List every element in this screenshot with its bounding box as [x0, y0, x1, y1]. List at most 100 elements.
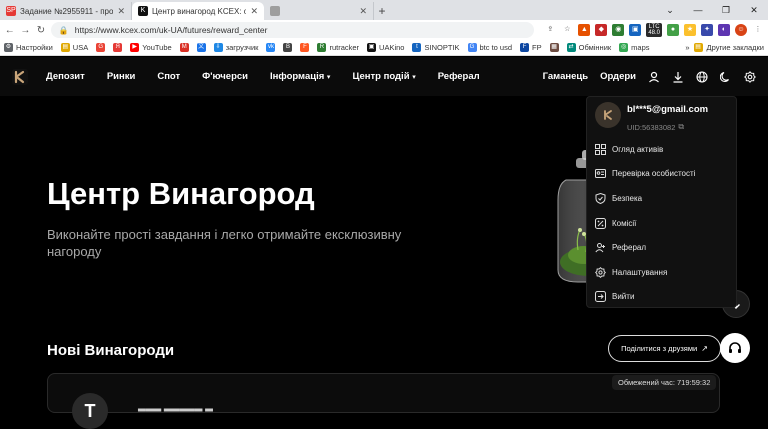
bookmark-item[interactable]: Я [113, 43, 123, 52]
extension-lime-icon[interactable]: ● [667, 24, 679, 36]
user-plus-icon [595, 243, 605, 253]
bookmark-item[interactable]: M [179, 43, 189, 52]
bookmark-item[interactable]: ▣ UAKino [367, 43, 404, 52]
nav-spot[interactable]: Спот [157, 71, 180, 82]
other-bookmarks[interactable]: » ▤ Другие закладки [685, 43, 764, 52]
reward-card-title: ▂▂▂ ▂▂▂▂▂ ▂ [138, 401, 213, 412]
google-icon: G [467, 43, 477, 52]
tab-search-icon[interactable]: ⌄ [656, 0, 684, 20]
nav-deposit[interactable]: Депозит [46, 71, 85, 82]
extension-red-icon[interactable]: ◆ [595, 24, 608, 36]
reload-icon[interactable]: ↻ [35, 25, 47, 36]
nav-event-center[interactable]: Центр подій ▾ [352, 71, 415, 82]
kcex-favicon-icon: K [138, 6, 148, 16]
google-icon: G [96, 43, 106, 52]
bookmark-item[interactable]: 文 [196, 43, 206, 52]
bookmark-item[interactable]: ▤ USA [60, 43, 89, 52]
browser-tab-bar: SP Задание №2955911 - просмотр з ✕ K Цен… [0, 0, 768, 20]
menu-security[interactable]: Безпека [595, 186, 735, 211]
share-button[interactable]: Поділитися з друзями ↗ [608, 335, 721, 362]
account-header: bl***5@gmail.com UID:56383082 ⧉ [595, 102, 735, 132]
close-window-icon[interactable]: ✕ [740, 0, 768, 20]
bookmark-item[interactable]: B [283, 43, 293, 52]
support-button[interactable] [720, 333, 750, 363]
bookmark-item[interactable]: t SINOPTIK [412, 43, 460, 52]
user-icon[interactable] [648, 71, 660, 83]
close-tab-icon[interactable]: ✕ [359, 6, 367, 17]
minimize-icon[interactable]: — [684, 0, 712, 20]
uid-text: UID:56383082 [627, 122, 676, 132]
b-icon: B [283, 43, 293, 52]
bookmark-label: btc to usd [479, 43, 513, 52]
menu-logout[interactable]: Вийти [595, 285, 735, 310]
vk-icon: vk [266, 43, 276, 52]
gmail-icon: M [179, 43, 189, 52]
translate-icon: 文 [196, 43, 206, 52]
menu-identity-verification[interactable]: Перевірка особистості [595, 162, 735, 187]
bookmark-item[interactable]: ⇄ Обмінник [566, 43, 611, 52]
extension-fire-icon[interactable]: ▲ [578, 24, 591, 36]
bookmark-item[interactable]: G [96, 43, 106, 52]
bookmark-item[interactable]: ◎ maps [619, 43, 650, 52]
tracker-icon: R [317, 43, 327, 52]
menu-fees[interactable]: Комісії [595, 211, 735, 236]
film-icon: ▣ [367, 43, 377, 52]
close-tab-icon[interactable]: ✕ [117, 6, 125, 17]
bookmark-item[interactable]: ▦ [549, 43, 559, 52]
extension-purple-icon[interactable]: ◐ [718, 24, 730, 36]
nav-information[interactable]: Інформація ▾ [270, 71, 330, 82]
forward-icon[interactable]: → [20, 25, 32, 36]
star-icon[interactable]: ☆ [561, 24, 574, 36]
extension-yellow-icon[interactable]: ★ [684, 24, 696, 36]
menu-asset-overview[interactable]: Огляд активів [595, 137, 735, 162]
bookmark-item[interactable]: F [300, 43, 310, 52]
close-tab-icon[interactable]: ✕ [250, 6, 258, 17]
globe-icon[interactable] [696, 70, 708, 83]
url-field[interactable]: 🔒 https://www.kcex.com/uk-UA/futures/rew… [50, 22, 535, 38]
download-icon[interactable] [672, 71, 684, 83]
nav-referral[interactable]: Реферал [438, 71, 480, 82]
chevron-right-icon: » [685, 43, 690, 52]
bookmark-item[interactable]: ▶ YouTube [130, 43, 172, 52]
settings-icon[interactable] [744, 70, 756, 83]
moon-icon[interactable] [720, 71, 732, 83]
bookmark-item[interactable]: Gbtc to usd [467, 43, 513, 52]
extension-blue-icon[interactable]: ▣ [629, 24, 642, 36]
bookmark-item[interactable]: F FP [520, 43, 542, 52]
bookmark-item[interactable]: vk [266, 43, 276, 52]
new-tab-icon[interactable]: + [374, 2, 390, 20]
grid-icon [595, 143, 606, 155]
bookmark-item[interactable]: ⚙ Настройки [4, 43, 53, 52]
nav-wallet[interactable]: Гаманець [543, 71, 588, 82]
sp-favicon-icon: SP [6, 6, 16, 16]
copy-icon[interactable]: ⧉ [678, 122, 684, 132]
extension-green-icon[interactable]: ◉ [612, 24, 625, 36]
back-icon[interactable]: ← [4, 25, 16, 36]
ltc-price-extension[interactable]: LTC 48.0 [646, 23, 662, 37]
share-icon[interactable]: ⇪ [544, 24, 557, 36]
menu-settings[interactable]: Налаштування [595, 260, 735, 285]
menu-referral[interactable]: Реферал [595, 235, 735, 260]
maximize-icon[interactable]: ❐ [712, 0, 740, 20]
external-link-icon: ↗ [701, 344, 708, 353]
bookmark-item[interactable]: ⇩ загрузчик [213, 43, 258, 52]
thermometer-icon: t [412, 43, 422, 52]
puzzle-icon[interactable]: ✦ [701, 24, 713, 36]
browser-tab-2[interactable]: K Центр винагород KCEX: отримуй ✕ [132, 2, 264, 20]
blank-favicon-icon [270, 6, 280, 16]
browser-tab-3[interactable]: ✕ [264, 2, 374, 20]
youtube-icon: ▶ [130, 43, 140, 52]
bookmark-label: SINOPTIK [424, 43, 460, 52]
menu-dots-icon[interactable]: ⋮ [752, 24, 764, 36]
profile-avatar-icon[interactable]: ☺ [735, 24, 747, 36]
nav-orders[interactable]: Ордери [600, 71, 636, 82]
nav-markets[interactable]: Ринки [107, 71, 136, 82]
nav-futures[interactable]: Ф'ючерси [202, 71, 248, 82]
bookmark-label: USA [72, 43, 89, 52]
kcex-logo-icon[interactable] [12, 68, 28, 85]
bookmark-item[interactable]: Rrutracker [317, 43, 359, 52]
bookmark-label: YouTube [142, 43, 172, 52]
folder-icon: ▤ [693, 43, 703, 52]
browser-tab-1[interactable]: SP Задание №2955911 - просмотр з ✕ [0, 2, 132, 20]
folder-icon: ▤ [60, 43, 70, 52]
